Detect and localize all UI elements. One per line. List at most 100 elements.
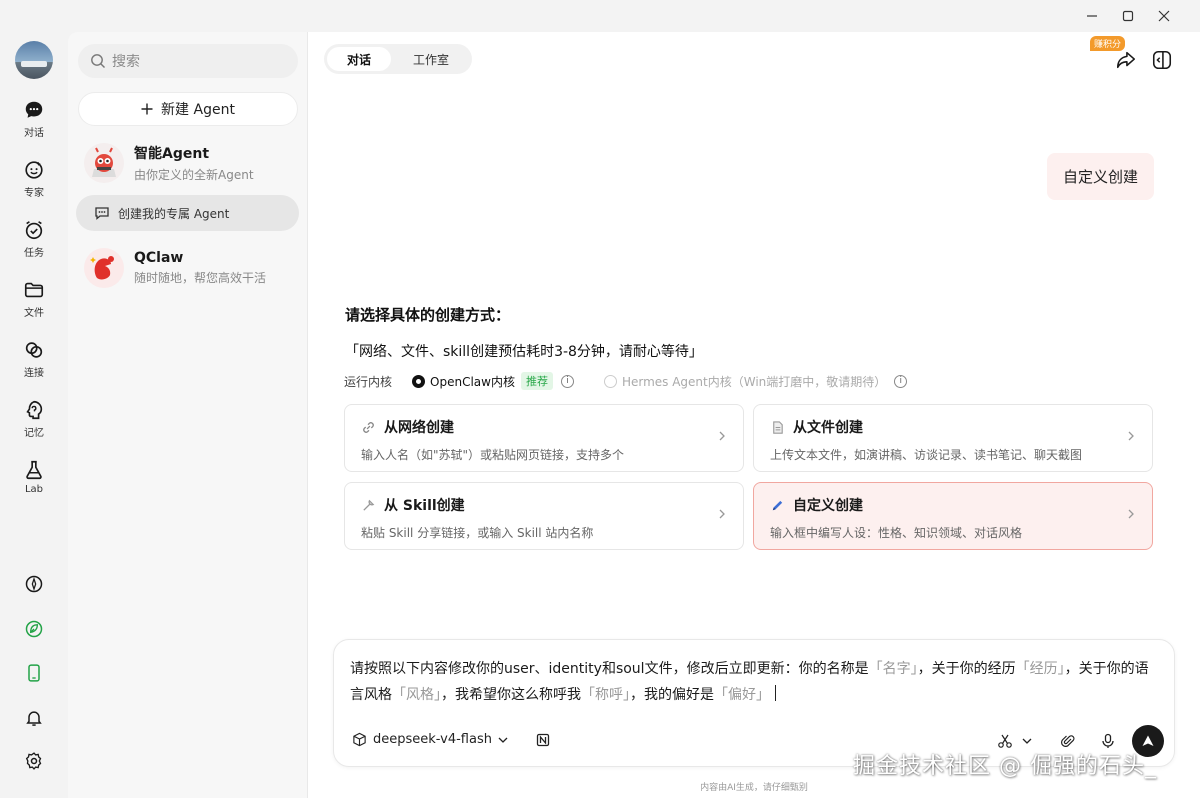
rail-item-files[interactable]: 文件 xyxy=(0,279,68,319)
card-description: 上传文本文件，如演讲稿、访谈记录、读书笔记、聊天截图 xyxy=(770,448,1083,462)
chevron-down-icon xyxy=(1022,738,1032,744)
agent-item-smart[interactable]: 智能Agent 由你定义的全新Agent xyxy=(78,138,298,188)
pen-icon xyxy=(772,500,783,510)
new-agent-button[interactable]: 新建 Agent xyxy=(78,92,298,126)
create-from-skill-card[interactable]: 从 Skill创建 粘贴 Skill 分享链接，或输入 Skill 站内名称 xyxy=(344,482,744,550)
card-description: 输入框中编写人设：性格、知识领域、对话风格 xyxy=(770,526,1023,540)
model-selector[interactable]: deepseek-v4-flash xyxy=(352,732,550,747)
template-placeholder: 「名字」 xyxy=(868,661,918,677)
composer-text-segment: ，关于你的经历 xyxy=(917,661,1016,677)
create-my-agent-label: 创建我的专属 Agent xyxy=(118,206,230,221)
minimize-icon xyxy=(1087,15,1097,17)
create-my-agent-button[interactable]: 创建我的专属 Agent xyxy=(76,195,299,231)
chevron-right-icon xyxy=(717,431,727,441)
composer-input[interactable]: 请按照以下内容修改你的user、identity和soul文件，修改后立即更新：… xyxy=(350,656,1160,708)
agent-sidebar: 搜索 新建 Agent 智能Agent 由你定义的全新Agent 创建我的专属 … xyxy=(68,32,308,798)
qclaw-avatar xyxy=(84,248,124,288)
kernel-label: 运行内核 xyxy=(344,374,393,389)
new-agent-label: 新建 Agent xyxy=(161,102,235,118)
notifications-button[interactable] xyxy=(22,706,46,730)
template-placeholder: 「风格」 xyxy=(392,687,441,703)
rail-label: Lab xyxy=(24,484,44,495)
nav-rail: 对话 专家 任务 文件 连接 记忆 Lab xyxy=(0,0,68,798)
avatar[interactable] xyxy=(15,41,53,79)
search-input[interactable]: 搜索 xyxy=(78,44,298,78)
chevron-right-icon xyxy=(717,509,727,519)
agent-item-qclaw[interactable]: QClaw 随时随地，帮您高效干活 xyxy=(78,243,298,293)
close-icon xyxy=(1158,10,1170,22)
card-title: 从网络创建 xyxy=(384,420,454,436)
chat-bubble-icon xyxy=(95,207,109,220)
rail-item-expert[interactable]: 专家 xyxy=(0,159,68,199)
recommend-badge: 推荐 xyxy=(520,372,553,390)
rail-item-lab[interactable]: Lab xyxy=(0,459,68,495)
close-button[interactable] xyxy=(1146,4,1182,28)
agent-subtitle: 随时随地，帮您高效干活 xyxy=(134,271,267,285)
card-description: 粘贴 Skill 分享链接，或输入 Skill 站内名称 xyxy=(361,526,594,540)
rail-label: 记忆 xyxy=(24,428,44,439)
card-description: 输入人名（如"苏轼"）或粘贴网页链接，支持多个 xyxy=(361,448,625,462)
card-title: 自定义创建 xyxy=(793,498,863,514)
folder-icon xyxy=(24,282,44,298)
rail-item-task[interactable]: 任务 xyxy=(0,219,68,259)
template-placeholder: 「经历」 xyxy=(1015,661,1065,677)
rail-label: 对话 xyxy=(24,128,44,139)
info-icon[interactable]: i xyxy=(894,374,908,388)
agent-name: 智能Agent xyxy=(134,146,210,162)
agent-subtitle: 由你定义的全新Agent xyxy=(134,168,254,182)
settings-icon xyxy=(25,752,42,770)
tool-icon xyxy=(363,499,375,511)
card-title: 从 Skill创建 xyxy=(384,498,465,514)
rail-item-chat[interactable]: 对话 xyxy=(0,99,68,139)
create-from-web-card[interactable]: 从网络创建 输入人名（如"苏轼"）或粘贴网页链接，支持多个 xyxy=(344,404,744,472)
custom-create-card[interactable]: 自定义创建 输入框中编写人设：性格、知识领域、对话风格 xyxy=(753,482,1153,550)
ai-disclaimer: 内容由AI生成，请仔细甄别 xyxy=(700,783,808,793)
leaf-icon xyxy=(25,620,43,638)
bell-icon xyxy=(26,711,42,726)
minimize-button[interactable] xyxy=(1074,4,1110,28)
settings-button[interactable] xyxy=(22,749,46,773)
send-icon xyxy=(1142,735,1154,746)
maximize-button[interactable] xyxy=(1110,4,1146,28)
mode-tabs: 对话 工作室 xyxy=(324,44,473,74)
composer-text-segment: ，我的偏好是 xyxy=(630,687,714,703)
rail-item-connect[interactable]: 连接 xyxy=(0,339,68,379)
microphone-icon xyxy=(1102,733,1114,748)
expert-icon xyxy=(25,161,43,179)
toggle-panel-button[interactable] xyxy=(1150,48,1174,72)
notion-icon[interactable] xyxy=(536,733,550,747)
kernel-option-label[interactable]: OpenClaw内核 xyxy=(430,373,515,390)
explore-button[interactable] xyxy=(22,572,46,596)
info-icon[interactable]: i xyxy=(560,374,574,388)
user-message-bubble: 自定义创建 xyxy=(1047,153,1154,200)
chat-icon xyxy=(25,101,43,118)
text-caret xyxy=(775,685,776,701)
composer-text-segment: 请按照以下内容修改你的user、identity和soul文件，修改后立即更新：… xyxy=(350,661,869,677)
mobile-button[interactable] xyxy=(22,661,46,685)
tab-chat[interactable]: 对话 xyxy=(327,47,392,71)
create-from-file-card[interactable]: 从文件创建 上传文本文件，如演讲稿、访谈记录、读书笔记、聊天截图 xyxy=(753,404,1153,472)
prompt-note: 「网络、文件、skill创建预估耗时3-8分钟，请耐心等待」 xyxy=(345,344,703,360)
memory-icon xyxy=(26,400,43,420)
paperclip-icon xyxy=(1061,735,1075,747)
card-title: 从文件创建 xyxy=(793,420,863,436)
plus-icon xyxy=(141,103,153,115)
template-placeholder: 「称呼」 xyxy=(581,687,630,703)
link-icon xyxy=(25,342,43,358)
rail-item-memory[interactable]: 记忆 xyxy=(0,399,68,439)
chevron-right-icon xyxy=(1126,509,1136,519)
share-icon xyxy=(1116,51,1136,69)
phone-icon xyxy=(28,664,40,682)
task-icon xyxy=(25,221,43,240)
kernel-radio-hermes xyxy=(603,374,617,388)
model-name: deepseek-v4-flash xyxy=(373,732,492,747)
rail-label: 连接 xyxy=(24,368,44,379)
search-icon xyxy=(91,54,105,68)
chevron-right-icon xyxy=(1126,431,1136,441)
tab-studio[interactable]: 工作室 xyxy=(393,47,469,71)
compass-icon xyxy=(25,575,43,593)
maximize-icon xyxy=(1122,10,1134,22)
share-button[interactable] xyxy=(1114,48,1138,72)
kernel-radio-openclaw[interactable] xyxy=(412,374,426,388)
eco-button[interactable] xyxy=(22,617,46,641)
